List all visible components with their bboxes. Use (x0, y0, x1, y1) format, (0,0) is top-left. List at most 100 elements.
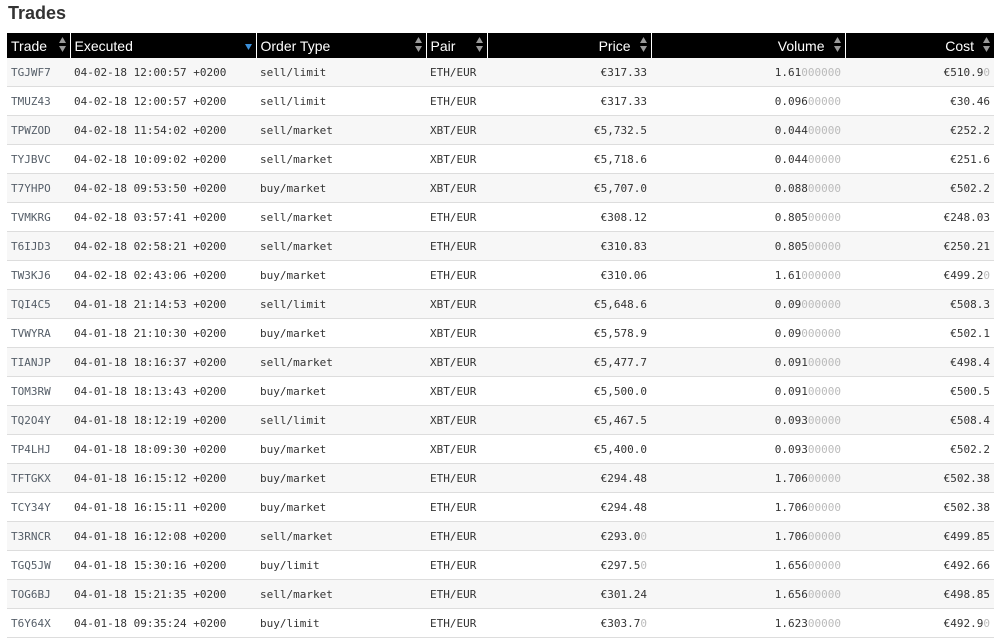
cost-value: €510.9 (943, 65, 984, 79)
table-row[interactable]: TGQ5JW 04-01-18 15:30:16 +0200 buy/limit ET… (7, 550, 994, 580)
cell-trade[interactable]: T6IJD3 (7, 231, 70, 261)
cell-order-type: sell/limit (256, 86, 426, 116)
table-row[interactable]: TYJBVC 04-02-18 10:09:02 +0200 sell/market… (7, 144, 994, 174)
sort-both-icon (983, 37, 990, 52)
cost-value: €508.4 (950, 413, 990, 427)
column-header-pair[interactable]: Pair (426, 33, 488, 58)
cell-trade[interactable]: T7YHPO (7, 173, 70, 203)
cell-volume: 1.70600000 (651, 521, 845, 551)
cell-trade[interactable]: TFTGKX (7, 463, 70, 493)
cell-trade[interactable]: TMUZ43 (7, 86, 70, 116)
cell-trade[interactable]: TQ2O4Y (7, 405, 70, 435)
cell-executed: 04-02-18 12:00:57 +0200 (70, 86, 256, 116)
table-row[interactable]: TQI4C5 04-01-18 21:14:53 +0200 sell/limit X… (7, 289, 994, 319)
table-row[interactable]: TQ2O4Y 04-01-18 18:12:19 +0200 sell/limit X… (7, 405, 994, 435)
volume-trailing-zeros: 00000 (807, 181, 841, 195)
cell-trade[interactable]: TVWYRA (7, 318, 70, 348)
table-row[interactable]: TVWYRA 04-01-18 21:10:30 +0200 buy/market X… (7, 318, 994, 348)
table-row[interactable]: TW3KJ6 04-02-18 02:43:06 +0200 buy/market E… (7, 260, 994, 290)
column-header-trade[interactable]: Trade (7, 33, 71, 58)
column-header-label: Cost (945, 37, 974, 54)
volume-value: 0.09 (774, 326, 802, 340)
cell-trade[interactable]: TGQ5JW (7, 550, 70, 580)
cell-trade[interactable]: TQI4C5 (7, 289, 70, 319)
cell-price: €294.48 (487, 463, 651, 493)
volume-trailing-zeros: 000000 (801, 268, 841, 282)
sort-both-icon (58, 37, 66, 52)
cell-trade[interactable]: TCY34Y (7, 492, 70, 522)
price-value: €294.48 (600, 471, 647, 485)
column-header-label: Trade (11, 37, 48, 54)
cell-order-type: sell/limit (256, 58, 426, 87)
price-trailing-zeros: 0 (640, 616, 647, 630)
table-row[interactable]: TOG6BJ 04-01-18 15:21:35 +0200 sell/market… (7, 579, 994, 609)
cell-trade[interactable]: TP4LHJ (7, 434, 70, 464)
sort-descending-icon (244, 44, 252, 50)
column-header-cost[interactable]: Cost (845, 33, 994, 58)
cell-volume: 1.70600000 (651, 492, 845, 522)
column-header-price[interactable]: Price (487, 33, 652, 58)
cell-trade[interactable]: T6Y64X (7, 608, 70, 638)
table-row[interactable]: TMUZ43 04-02-18 12:00:57 +0200 sell/limit E… (7, 86, 994, 116)
table-row[interactable]: T3RNCR 04-01-18 16:12:08 +0200 sell/market… (7, 521, 994, 551)
cell-trade[interactable]: TIANJP (7, 347, 70, 377)
cell-trade[interactable]: TGJWF7 (7, 58, 70, 87)
table-row[interactable]: TOM3RW 04-01-18 18:13:43 +0200 buy/market X… (7, 376, 994, 406)
column-header-label: Price (598, 37, 631, 54)
cell-order-type: sell/market (256, 231, 426, 261)
price-value: €310.06 (600, 268, 647, 282)
table-row[interactable]: T7YHPO 04-02-18 09:53:50 +0200 buy/market X… (7, 173, 994, 203)
volume-trailing-zeros: 00000 (807, 471, 841, 485)
cell-cost: €252.2 (845, 115, 994, 145)
cell-cost: €492.66 (845, 550, 994, 580)
volume-trailing-zeros: 00000 (807, 355, 841, 369)
table-row[interactable]: T6IJD3 04-02-18 02:58:21 +0200 sell/market… (7, 231, 994, 261)
cell-pair: XBT/EUR (426, 376, 487, 406)
price-value: €308.12 (600, 210, 647, 224)
table-row[interactable]: TCY34Y 04-01-18 16:15:11 +0200 buy/market E… (7, 492, 994, 522)
cell-executed: 04-01-18 16:15:12 +0200 (70, 463, 256, 493)
table-row[interactable]: TFTGKX 04-01-18 16:15:12 +0200 buy/market E… (7, 463, 994, 493)
cell-order-type: sell/market (256, 347, 426, 377)
cell-executed: 04-01-18 16:15:11 +0200 (70, 492, 256, 522)
table-row[interactable]: TP4LHJ 04-01-18 18:09:30 +0200 buy/market X… (7, 434, 994, 464)
volume-value: 0.093 (774, 413, 808, 427)
cell-trade[interactable]: TOG6BJ (7, 579, 70, 609)
cell-executed: 04-01-18 09:35:24 +0200 (70, 608, 256, 638)
cell-pair: ETH/EUR (426, 608, 487, 638)
price-value: €297.5 (600, 558, 641, 572)
cost-value: €500.5 (950, 384, 990, 398)
cell-volume: 0.09600000 (651, 86, 845, 116)
column-header-executed[interactable]: Executed (70, 33, 257, 58)
cell-order-type: buy/market (256, 434, 426, 464)
cell-price: €310.83 (487, 231, 651, 261)
cell-trade[interactable]: TW3KJ6 (7, 260, 70, 290)
cell-order-type: sell/market (256, 579, 426, 609)
cell-trade[interactable]: TVMKRG (7, 202, 70, 232)
cost-value: €499.2 (943, 268, 984, 282)
cell-volume: 0.80500000 (651, 202, 845, 232)
cell-trade[interactable]: TYJBVC (7, 144, 70, 174)
table-row[interactable]: TVMKRG 04-02-18 03:57:41 +0200 sell/market… (7, 202, 994, 232)
volume-trailing-zeros: 00000 (807, 529, 841, 543)
table-row[interactable]: T6Y64X 04-01-18 09:35:24 +0200 buy/limit ET… (7, 608, 994, 638)
trades-table: Trade Executed Order Type Pair Price Volume Co… (7, 33, 994, 638)
column-header-label: Pair (430, 37, 456, 54)
cell-executed: 04-01-18 18:16:37 +0200 (70, 347, 256, 377)
column-header-volume[interactable]: Volume (651, 33, 846, 58)
volume-value: 1.656 (774, 587, 808, 601)
cell-trade[interactable]: T3RNCR (7, 521, 70, 551)
price-trailing-zeros: 0 (640, 558, 647, 572)
table-row[interactable]: TIANJP 04-01-18 18:16:37 +0200 sell/market… (7, 347, 994, 377)
table-row[interactable]: TGJWF7 04-02-18 12:00:57 +0200 sell/limit E… (7, 58, 994, 87)
cell-trade[interactable]: TPWZOD (7, 115, 70, 145)
table-row[interactable]: TPWZOD 04-02-18 11:54:02 +0200 sell/market… (7, 115, 994, 145)
cell-trade[interactable]: TOM3RW (7, 376, 70, 406)
column-header-order-type[interactable]: Order Type (256, 33, 427, 58)
cell-pair: XBT/EUR (426, 289, 487, 319)
price-value: €5,578.9 (594, 326, 647, 340)
cell-price: €5,732.5 (487, 115, 651, 145)
cell-cost: €502.38 (845, 492, 994, 522)
volume-value: 0.09 (774, 297, 802, 311)
volume-value: 0.805 (774, 239, 808, 253)
